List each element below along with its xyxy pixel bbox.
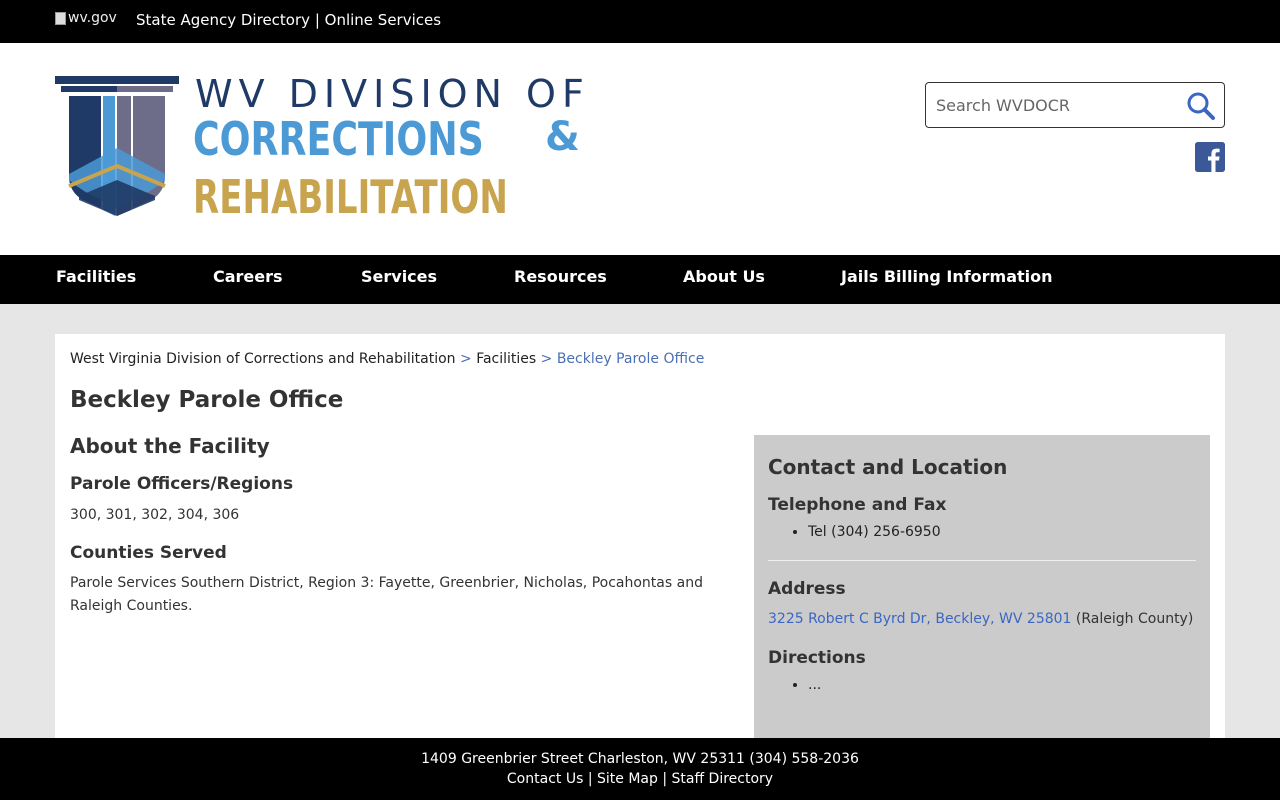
logo-line-2-wrapper: CORRECTIONS & — [193, 112, 580, 166]
wvgov-logo-alt: wv.gov — [68, 10, 117, 26]
logo-ampersand: & — [545, 114, 580, 160]
footer-sitemap-link[interactable]: Site Map — [597, 771, 658, 787]
nav-item-jails-billing[interactable]: Jails Billing Information — [841, 267, 1053, 286]
breadcrumb-current: Beckley Parole Office — [556, 351, 705, 367]
main-nav: Facilities Careers Services Resources Ab… — [0, 255, 1280, 304]
wvgov-logo-link[interactable]: wv.gov — [55, 10, 117, 26]
footer-links: Contact Us | Site Map | Staff Directory — [0, 771, 1280, 787]
contact-sidebar: Contact and Location Telephone and Fax T… — [754, 435, 1210, 745]
nav-item-about-us[interactable]: About Us — [683, 267, 765, 286]
online-services-link[interactable]: Online Services — [325, 11, 441, 29]
officers-heading: Parole Officers/Regions — [70, 474, 294, 494]
breadcrumb-facilities-link[interactable]: Facilities — [476, 351, 536, 367]
main-content: West Virginia Division of Corrections an… — [55, 334, 1225, 745]
broken-image-icon — [55, 11, 66, 25]
nav-item-careers[interactable]: Careers — [213, 267, 283, 286]
phone-list: Tel (304) 256-6950 — [768, 524, 1196, 540]
top-links: State Agency Directory | Online Services — [136, 11, 441, 29]
contact-heading: Contact and Location — [768, 455, 1008, 479]
nav-item-resources[interactable]: Resources — [514, 267, 607, 286]
search-box — [925, 82, 1225, 128]
state-agency-directory-link[interactable]: State Agency Directory — [136, 11, 310, 29]
breadcrumb-separator: > — [460, 351, 477, 367]
phone-heading: Telephone and Fax — [768, 495, 947, 515]
footer-separator: | — [662, 771, 672, 787]
top-links-separator: | — [314, 11, 325, 29]
address-text: 3225 Robert C Byrd Dr, Beckley, WV 25801… — [768, 608, 1196, 631]
breadcrumb-home-link[interactable]: West Virginia Division of Corrections an… — [70, 351, 456, 367]
logo-line-1: WV DIVISION OF — [195, 72, 590, 116]
phone-item: Tel (304) 256-6950 — [808, 524, 1196, 540]
divider — [768, 560, 1196, 561]
directions-item: ... — [808, 677, 1196, 693]
footer-staff-link[interactable]: Staff Directory — [672, 771, 774, 787]
page-title: Beckley Parole Office — [70, 387, 344, 413]
address-heading: Address — [768, 579, 846, 599]
site-footer: 1409 Greenbrier Street Charleston, WV 25… — [0, 738, 1280, 800]
address-map-link[interactable]: 3225 Robert C Byrd Dr, Beckley, WV 25801 — [768, 611, 1071, 627]
search-input[interactable] — [936, 93, 1176, 117]
officers-value: 300, 301, 302, 304, 306 — [70, 507, 240, 523]
logo-emblem — [55, 76, 179, 216]
footer-address: 1409 Greenbrier Street Charleston, WV 25… — [421, 751, 859, 767]
directions-heading: Directions — [768, 648, 866, 668]
site-header: WV DIVISION OF CORRECTIONS & REHABILITAT… — [0, 43, 1280, 255]
logo-line-2: CORRECTIONS — [193, 112, 484, 166]
footer-contact-link[interactable]: Contact Us — [507, 771, 583, 787]
search-button[interactable] — [1182, 87, 1220, 125]
facility-details: About the Facility Parole Officers/Regio… — [70, 434, 735, 618]
facebook-icon — [1195, 142, 1225, 172]
address-county: (Raleigh County) — [1071, 611, 1194, 627]
wvdocr-logo[interactable]: WV DIVISION OF CORRECTIONS & REHABILITAT… — [55, 72, 585, 228]
breadcrumb: West Virginia Division of Corrections an… — [70, 351, 704, 367]
about-heading: About the Facility — [70, 434, 270, 458]
breadcrumb-separator: > — [540, 351, 557, 367]
top-bar: wv.gov State Agency Directory | Online S… — [0, 0, 1280, 43]
footer-separator: | — [587, 771, 597, 787]
facebook-link[interactable] — [1195, 142, 1225, 172]
nav-item-services[interactable]: Services — [361, 267, 437, 286]
counties-heading: Counties Served — [70, 543, 227, 563]
search-icon — [1187, 92, 1215, 120]
directions-list: ... — [768, 677, 1196, 693]
logo-line-3: REHABILITATION — [193, 170, 508, 224]
counties-value: Parole Services Southern District, Regio… — [70, 575, 703, 614]
nav-item-facilities[interactable]: Facilities — [56, 267, 136, 286]
